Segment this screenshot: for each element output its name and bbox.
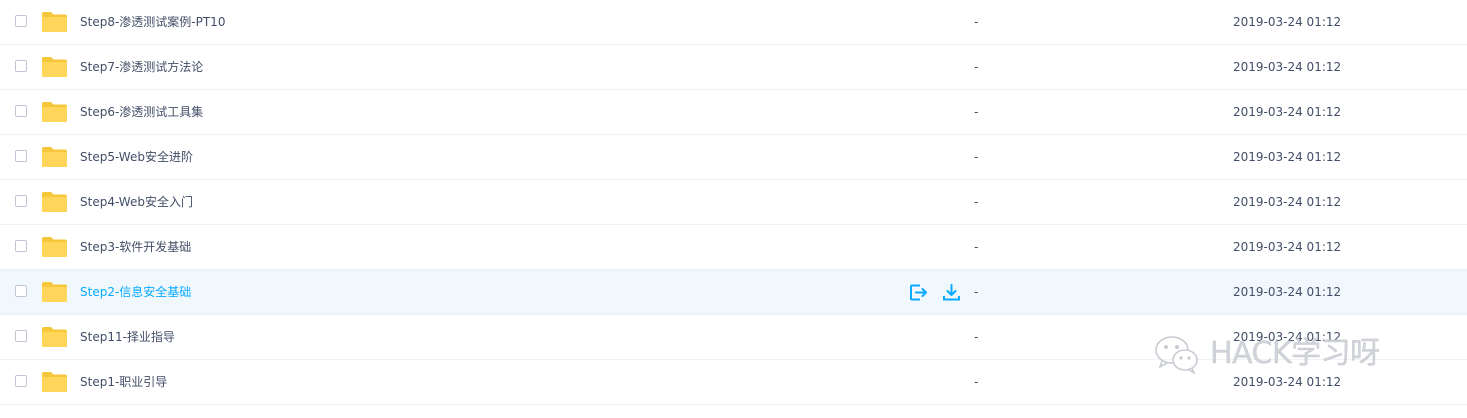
folder-icon	[42, 147, 67, 167]
wechat-logo-icon	[1155, 336, 1198, 374]
file-row[interactable]: Step3-软件开发基础 - 2019-03-24 01:12	[0, 225, 1467, 270]
file-size: -	[974, 105, 979, 119]
file-size: -	[974, 15, 979, 29]
file-name-link[interactable]: Step5-Web安全进阶	[80, 135, 193, 179]
row-checkbox[interactable]	[15, 195, 27, 207]
watermark: HACK学习呀	[1154, 332, 1380, 376]
file-name-link[interactable]: Step8-渗透测试案例-PT10	[80, 0, 225, 44]
row-checkbox[interactable]	[15, 285, 27, 297]
file-size: -	[974, 285, 979, 299]
modified-date: 2019-03-24 01:12	[1233, 15, 1342, 29]
file-size: -	[974, 195, 979, 209]
file-name-link[interactable]: Step11-择业指导	[80, 315, 175, 359]
file-name-link[interactable]: Step3-软件开发基础	[80, 225, 191, 269]
folder-icon	[42, 372, 67, 392]
modified-date: 2019-03-24 01:12	[1233, 285, 1342, 299]
row-checkbox[interactable]	[15, 375, 27, 387]
row-checkbox[interactable]	[15, 60, 27, 72]
file-row[interactable]: Step4-Web安全入门 - 2019-03-24 01:12	[0, 180, 1467, 225]
folder-icon	[42, 12, 67, 32]
download-icon[interactable]	[942, 283, 961, 302]
file-row[interactable]: Step2-信息安全基础 - 2019-03-24 01:12	[0, 269, 1467, 315]
row-checkbox[interactable]	[15, 330, 27, 342]
modified-date: 2019-03-24 01:12	[1233, 240, 1342, 254]
modified-date: 2019-03-24 01:12	[1233, 150, 1342, 164]
file-size: -	[974, 330, 979, 344]
folder-icon	[42, 57, 67, 77]
watermark-text: HACK学习呀	[1210, 336, 1380, 371]
row-checkbox[interactable]	[15, 105, 27, 117]
file-name-link[interactable]: Step7-渗透测试方法论	[80, 45, 203, 89]
file-size: -	[974, 240, 979, 254]
file-size: -	[974, 60, 979, 74]
row-checkbox[interactable]	[15, 150, 27, 162]
file-row[interactable]: Step6-渗透测试工具集 - 2019-03-24 01:12	[0, 90, 1467, 135]
folder-icon	[42, 192, 67, 212]
share-icon[interactable]	[909, 283, 928, 302]
modified-date: 2019-03-24 01:12	[1233, 60, 1342, 74]
modified-date: 2019-03-24 01:12	[1233, 195, 1342, 209]
file-row[interactable]: Step8-渗透测试案例-PT10 - 2019-03-24 01:12	[0, 0, 1467, 45]
file-name-link[interactable]: Step2-信息安全基础	[80, 270, 191, 314]
modified-date: 2019-03-24 01:12	[1233, 105, 1342, 119]
file-size: -	[974, 375, 979, 389]
file-row[interactable]: Step7-渗透测试方法论 - 2019-03-24 01:12	[0, 45, 1467, 90]
file-row[interactable]: Step5-Web安全进阶 - 2019-03-24 01:12	[0, 135, 1467, 180]
folder-icon	[42, 237, 67, 257]
file-name-link[interactable]: Step1-职业引导	[80, 360, 167, 404]
row-checkbox[interactable]	[15, 15, 27, 27]
file-name-link[interactable]: Step6-渗透测试工具集	[80, 90, 203, 134]
row-checkbox[interactable]	[15, 240, 27, 252]
folder-icon	[42, 327, 67, 347]
folder-icon	[42, 282, 67, 302]
folder-icon	[42, 102, 67, 122]
file-name-link[interactable]: Step4-Web安全入门	[80, 180, 193, 224]
file-size: -	[974, 150, 979, 164]
